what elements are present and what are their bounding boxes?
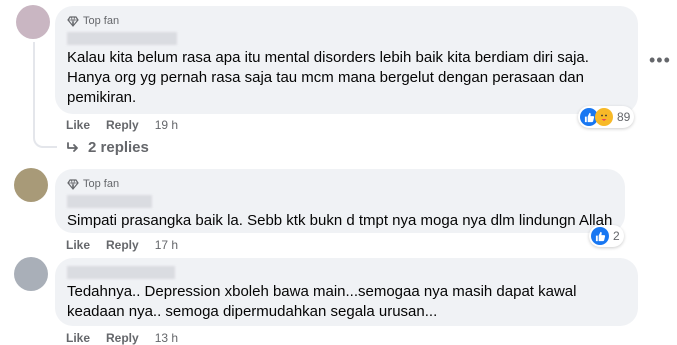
reply-button[interactable]: Reply xyxy=(106,118,139,132)
reaction-summary[interactable]: 2 xyxy=(589,225,624,247)
avatar[interactable] xyxy=(14,257,48,291)
comment-bubble: Top fan Simpati prasangka baik la. Sebb … xyxy=(55,169,625,233)
comment-actions: Like Reply 19 h xyxy=(66,118,178,132)
reaction-summary[interactable]: 89 xyxy=(578,106,635,128)
avatar[interactable] xyxy=(14,168,48,202)
reaction-count: 89 xyxy=(617,110,631,124)
timestamp[interactable]: 17 h xyxy=(155,238,178,252)
reaction-count: 2 xyxy=(613,229,620,243)
comment-bubble: Tedahnya.. Depression xboleh bawa main..… xyxy=(55,258,638,326)
commenter-name[interactable] xyxy=(67,32,177,45)
diamond-icon xyxy=(67,15,79,27)
like-button[interactable]: Like xyxy=(66,238,90,252)
badge-label: Top fan xyxy=(83,15,120,27)
comment-text: Kalau kita belum rasa apa itu mental dis… xyxy=(67,49,589,106)
care-reaction-icon xyxy=(595,108,613,126)
more-options-icon[interactable]: ••• xyxy=(649,50,671,71)
diamond-icon xyxy=(67,178,79,190)
reply-arrow-icon xyxy=(66,141,80,154)
like-button[interactable]: Like xyxy=(66,331,90,345)
comment-text: Tedahnya.. Depression xboleh bawa main..… xyxy=(67,283,577,320)
replies-label: 2 replies xyxy=(88,139,149,156)
comment-bubble: Top fan Kalau kita belum rasa apa itu me… xyxy=(55,6,638,114)
avatar[interactable] xyxy=(16,5,50,39)
timestamp[interactable]: 13 h xyxy=(155,331,178,345)
comment-actions: Like Reply 17 h xyxy=(66,238,178,252)
comment-actions: Like Reply 13 h xyxy=(66,331,178,345)
like-button[interactable]: Like xyxy=(66,118,90,132)
top-fan-badge: Top fan xyxy=(67,14,626,28)
reply-button[interactable]: Reply xyxy=(106,331,139,345)
view-replies-link[interactable]: 2 replies xyxy=(66,139,149,156)
like-reaction-icon xyxy=(591,227,609,245)
timestamp[interactable]: 19 h xyxy=(155,118,178,132)
commenter-name[interactable] xyxy=(67,266,175,279)
reply-button[interactable]: Reply xyxy=(106,238,139,252)
commenter-name[interactable] xyxy=(67,195,152,208)
reply-thread-line xyxy=(33,42,57,148)
comment-text: Simpati prasangka baik la. Sebb ktk bukn… xyxy=(67,212,613,229)
top-fan-badge: Top fan xyxy=(67,177,613,191)
badge-label: Top fan xyxy=(83,178,120,190)
